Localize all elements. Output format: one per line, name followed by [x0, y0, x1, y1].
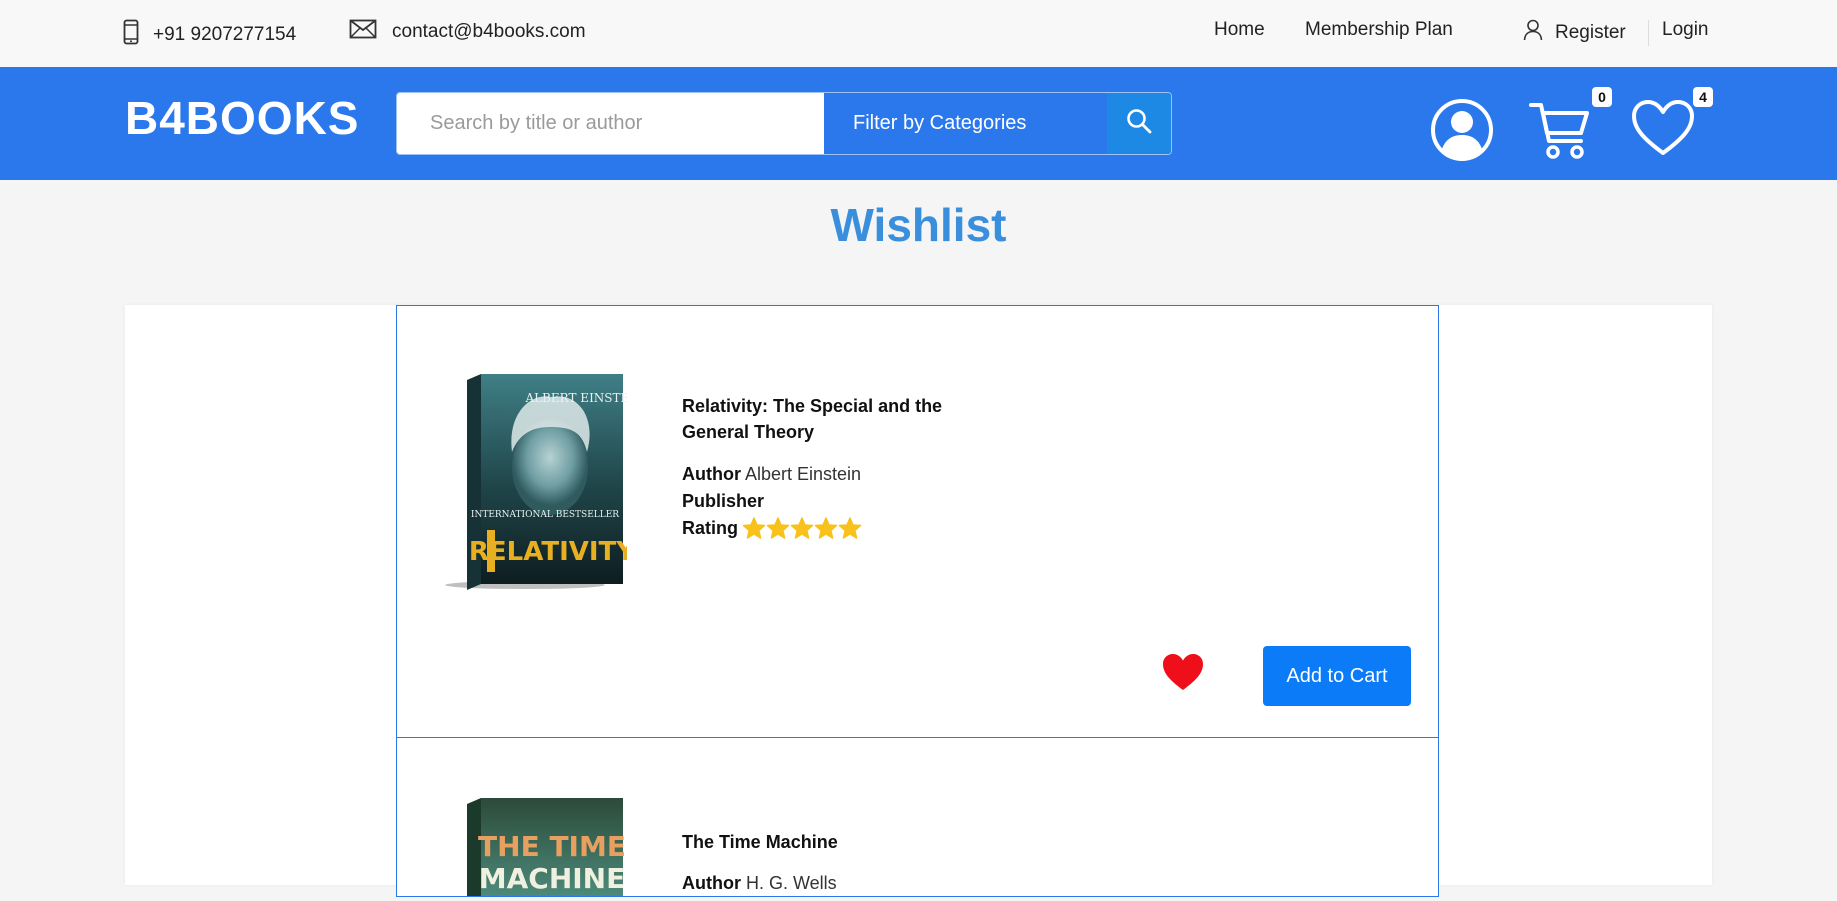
site-logo[interactable]: B4BOOKS: [125, 91, 359, 145]
cart-icon[interactable]: [1529, 99, 1593, 166]
wishlist-count-badge: 4: [1693, 87, 1713, 107]
author-label: Author: [682, 464, 741, 484]
star-icon: [790, 517, 814, 539]
rating-label: Rating: [682, 517, 738, 538]
phone-contact[interactable]: +91 9207277154: [123, 19, 296, 51]
book-publisher: Publisher: [682, 491, 764, 512]
top-bar: +91 9207277154 contact@b4books.com Home …: [0, 0, 1837, 68]
search-icon: [1126, 108, 1152, 139]
search-button[interactable]: [1107, 93, 1171, 154]
email-address: contact@b4books.com: [392, 21, 586, 42]
nav-home-link[interactable]: Home: [1214, 19, 1265, 41]
wishlist-item: THE TIME MACHINE The Time Machine Author…: [396, 737, 1439, 897]
email-contact[interactable]: contact@b4books.com: [349, 19, 586, 45]
wishlist-item: ALBERT EINSTEIN INTERNATIONAL BESTSELLER…: [396, 305, 1439, 738]
user-outline-icon: [1523, 19, 1543, 47]
nav-divider: [1648, 20, 1649, 46]
rating-stars: [742, 517, 862, 539]
nav-login-link[interactable]: Login: [1662, 19, 1709, 41]
svg-text:THE TIME: THE TIME: [478, 830, 626, 863]
mail-icon: [349, 19, 377, 45]
book-title[interactable]: The Time Machine: [682, 829, 952, 855]
cover-author-text: ALBERT EINSTEIN: [524, 391, 627, 405]
book-cover-image[interactable]: ALBERT EINSTEIN INTERNATIONAL BESTSELLER…: [437, 372, 645, 597]
author-value: H. G. Wells: [746, 873, 837, 893]
publisher-label: Publisher: [682, 491, 765, 511]
remove-from-wishlist-heart-icon[interactable]: [1161, 652, 1205, 697]
book-cover-image[interactable]: THE TIME MACHINE: [437, 796, 627, 901]
main-header: B4BOOKS Filter by Categories 0 4: [0, 67, 1837, 180]
star-icon: [742, 517, 766, 539]
register-label: Register: [1555, 22, 1626, 43]
book-author: Author Albert Einstein: [682, 464, 861, 485]
cover-tag-text: INTERNATIONAL BESTSELLER: [471, 510, 619, 520]
author-label: Author: [682, 873, 741, 893]
star-icon: [766, 517, 790, 539]
star-icon: [838, 517, 862, 539]
add-to-cart-button[interactable]: Add to Cart: [1263, 646, 1411, 706]
wishlist-heart-icon[interactable]: [1631, 99, 1695, 162]
phone-icon: [123, 19, 139, 51]
nav-register-link[interactable]: Register: [1523, 19, 1626, 47]
svg-text:MACHINE: MACHINE: [479, 862, 626, 895]
cart-count-badge: 0: [1592, 87, 1612, 107]
nav-membership-link[interactable]: Membership Plan: [1305, 19, 1453, 41]
search-bar: Filter by Categories: [396, 92, 1172, 155]
book-rating: Rating: [682, 517, 862, 539]
author-value: Albert Einstein: [745, 464, 862, 484]
book-title[interactable]: Relativity: The Special and the General …: [682, 393, 952, 445]
account-icon[interactable]: [1429, 97, 1495, 168]
cover-title-text: RELATIVITY: [469, 537, 627, 567]
book-author: Author H. G. Wells: [682, 873, 837, 894]
star-icon: [814, 517, 838, 539]
search-input[interactable]: [397, 93, 824, 154]
page-title: Wishlist: [830, 199, 1007, 251]
category-filter-dropdown[interactable]: Filter by Categories: [824, 93, 1104, 154]
phone-number: +91 9207277154: [153, 24, 297, 45]
